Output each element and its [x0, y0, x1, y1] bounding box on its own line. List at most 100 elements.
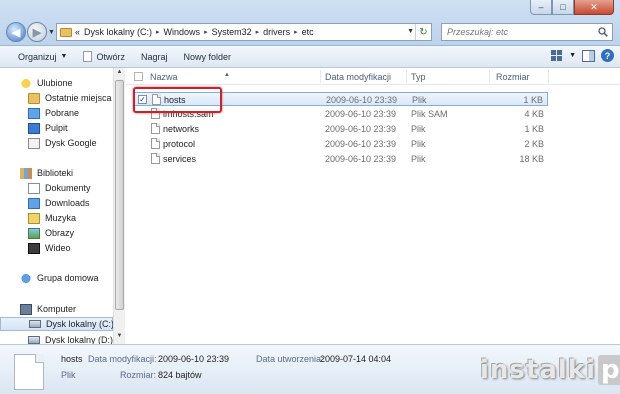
file-thumbnail-icon [14, 354, 44, 390]
sidebar-item-pictures[interactable]: Obrazy [0, 226, 113, 240]
computer-icon [20, 303, 32, 315]
file-size: 2 KB [524, 139, 544, 149]
breadcrumb-separator[interactable]: ▸ [256, 28, 260, 36]
column-header-name[interactable]: Nazwa [150, 72, 178, 82]
file-icon [151, 123, 160, 134]
scroll-down-icon[interactable]: ▼ [115, 333, 124, 343]
back-button[interactable]: ◀ [6, 22, 26, 42]
details-size-value: 824 bajtów [158, 370, 202, 380]
sidebar-item-libraries[interactable]: Biblioteki [0, 166, 113, 180]
desktop-icon [28, 122, 40, 134]
sidebar-item-recent[interactable]: Ostatnie miejsca [0, 91, 113, 105]
address-dropdown-button[interactable]: ▼ [407, 28, 414, 35]
scroll-up-icon[interactable]: ▲ [115, 69, 124, 79]
breadcrumb-separator[interactable]: ▸ [156, 28, 160, 36]
folder-icon [60, 27, 72, 37]
navigation-scrollbar[interactable]: ▲ ▼ [113, 68, 125, 344]
file-date: 2009-06-10 23:39 [325, 124, 397, 134]
breadcrumb-separator[interactable]: ▸ [294, 28, 298, 36]
organize-button[interactable]: Organizuj ▼ [10, 47, 75, 67]
sidebar-item-downloads-library[interactable]: Downloads [0, 196, 113, 210]
forward-button[interactable]: ▶ [27, 22, 47, 42]
file-size: 18 KB [519, 154, 544, 164]
minimize-button[interactable]: ‒ [530, 0, 552, 15]
sidebar-item-label: Ulubione [37, 78, 73, 88]
file-date: 2009-06-10 23:39 [325, 139, 397, 149]
search-box[interactable] [441, 23, 613, 41]
sidebar-item-desktop[interactable]: Pulpit [0, 121, 113, 135]
libraries-icon [20, 167, 32, 179]
sidebar-item-computer[interactable]: Komputer [0, 302, 113, 316]
breadcrumb-windows[interactable]: Windows [164, 27, 201, 37]
sidebar-item-label: Komputer [37, 304, 77, 314]
view-controls: ▼ ? [551, 49, 614, 62]
sidebar-item-favorites[interactable]: Ulubione [0, 76, 113, 90]
breadcrumb-drivers[interactable]: drivers [263, 27, 290, 37]
new-folder-button[interactable]: Nowy folder [176, 47, 240, 67]
sidebar-item-homegroup[interactable]: Grupa domowa [0, 271, 113, 285]
sidebar-item-google-drive[interactable]: Dysk Google [0, 136, 113, 150]
file-type: Plik [411, 154, 426, 164]
file-type: Plik [411, 124, 426, 134]
sidebar-item-label: Ostatnie miejsca [45, 93, 112, 103]
column-header-type[interactable]: Typ [411, 72, 426, 82]
chevron-down-icon: ▼ [60, 53, 68, 60]
column-divider[interactable] [406, 70, 407, 83]
recent-places-icon [28, 92, 40, 104]
sidebar-item-label: Muzyka [45, 213, 77, 223]
refresh-icon[interactable]: ↻ [415, 24, 431, 40]
preview-pane-icon[interactable] [582, 49, 595, 62]
sidebar-item-label: Dysk Google [45, 138, 97, 148]
open-button[interactable]: Otwórz [75, 47, 133, 67]
breadcrumb-drive-c[interactable]: Dysk lokalny (C:) [84, 27, 152, 37]
close-button[interactable]: ✕ [574, 0, 614, 15]
downloads-icon [28, 107, 40, 119]
burn-label: Nagraj [140, 51, 168, 62]
file-name: protocol [163, 139, 196, 149]
column-divider[interactable] [548, 70, 549, 83]
breadcrumb-etc[interactable]: etc [302, 27, 314, 37]
table-row[interactable]: networks 2009-06-10 23:39 Plik 1 KB [134, 122, 548, 136]
address-bar[interactable]: « Dysk lokalny (C:) ▸ Windows ▸ System32… [56, 23, 432, 41]
sidebar-item-downloads[interactable]: Pobrane [0, 106, 113, 120]
table-row[interactable]: services 2009-06-10 23:39 Plik 18 KB [134, 152, 548, 166]
column-header-date[interactable]: Data modyfikacji [325, 72, 391, 82]
breadcrumb-system32[interactable]: System32 [212, 27, 252, 37]
breadcrumb-overflow[interactable]: « [75, 27, 80, 37]
breadcrumb-separator[interactable]: ▸ [204, 28, 208, 36]
table-row[interactable]: protocol 2009-06-10 23:39 Plik 2 KB [134, 137, 548, 151]
change-view-icon[interactable] [551, 49, 563, 62]
sidebar-item-label: Pulpit [45, 123, 68, 133]
file-size: 1 KB [524, 124, 544, 134]
watermark-suffix: pl [598, 355, 620, 385]
scrollbar-thumb[interactable] [115, 80, 124, 310]
organize-label: Organizuj [18, 51, 57, 62]
column-divider[interactable] [320, 70, 321, 83]
column-divider[interactable] [489, 70, 490, 83]
file-date: 2009-06-10 23:39 [325, 109, 397, 119]
sidebar-item-drive-c[interactable]: Dysk lokalny (C:) [0, 317, 113, 331]
file-icon [151, 153, 160, 164]
sidebar-item-music[interactable]: Muzyka [0, 211, 113, 225]
burn-button[interactable]: Nagraj [133, 47, 176, 67]
search-input[interactable] [447, 27, 587, 37]
recent-pages-dropdown[interactable]: ▼ [48, 29, 55, 36]
sidebar-item-documents[interactable]: Dokumenty [0, 181, 113, 195]
select-all-checkbox[interactable] [134, 72, 143, 81]
details-created-value: 2009-07-14 04:04 [320, 354, 392, 364]
details-modified-value: 2009-06-10 23:39 [158, 354, 230, 364]
sidebar-item-drive-d[interactable]: Dysk lokalny (D:) [0, 333, 113, 344]
file-date: 2009-06-10 23:39 [326, 95, 398, 105]
sidebar-item-label: Obrazy [45, 228, 75, 238]
view-options-dropdown[interactable]: ▼ [569, 52, 576, 59]
pictures-icon [28, 227, 40, 239]
search-icon[interactable] [598, 27, 608, 37]
maximize-button[interactable]: □ [552, 0, 574, 15]
music-icon [28, 212, 40, 224]
document-icon [83, 51, 93, 62]
title-bar: ‒ □ ✕ ◀ ▶ ▼ « Dysk lokalny (C:) ▸ Window… [0, 0, 620, 46]
help-icon[interactable]: ? [601, 49, 614, 62]
new-folder-label: Nowy folder [183, 51, 232, 62]
column-header-size[interactable]: Rozmiar [496, 72, 530, 82]
sidebar-item-video[interactable]: Wideo [0, 241, 113, 255]
